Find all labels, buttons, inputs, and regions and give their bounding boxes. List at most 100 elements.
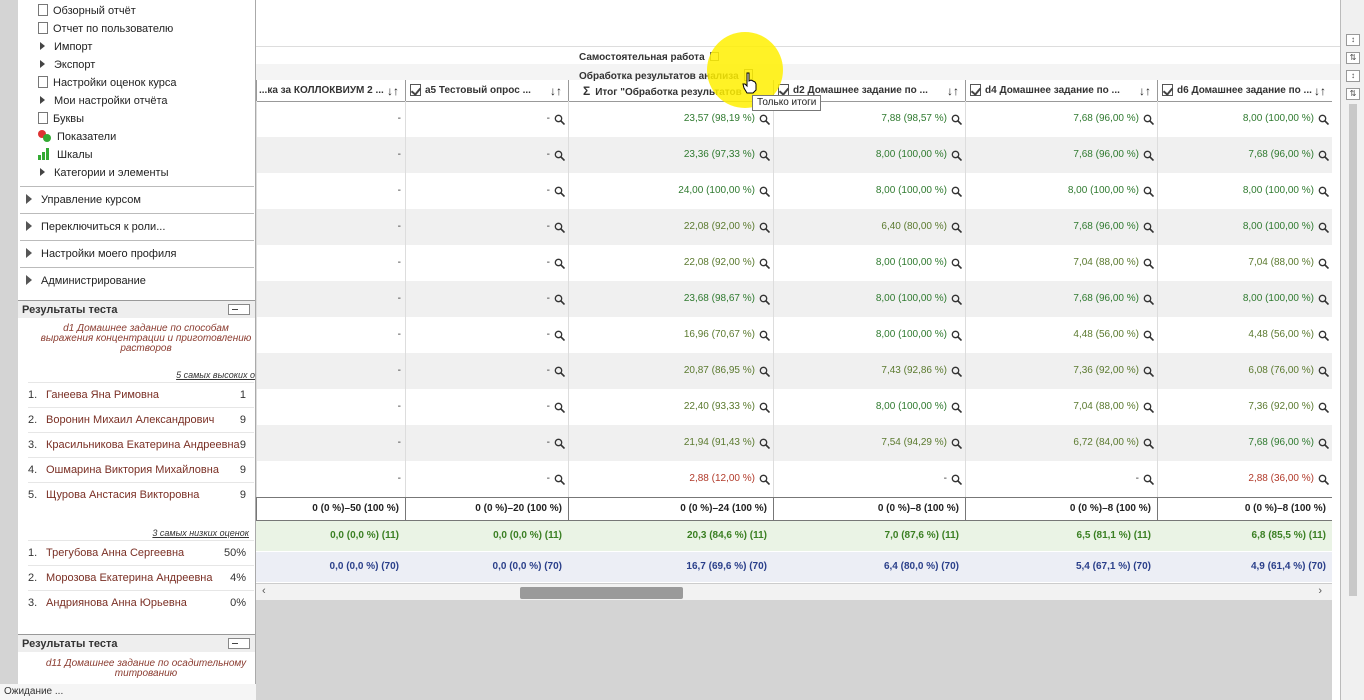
zoom-icon[interactable] <box>554 330 565 341</box>
grade-cell[interactable]: 16,96 (70,67 %) <box>568 317 773 353</box>
zoom-icon[interactable] <box>951 366 962 377</box>
student-name[interactable]: Красильникова Екатерина Андреевна <box>46 439 240 451</box>
grade-cell[interactable]: 7,36 (92,00 %) <box>1157 389 1332 425</box>
section-toggle[interactable]: Переключиться к роли... <box>20 213 254 239</box>
grade-cell[interactable]: - <box>256 245 405 281</box>
top-grades-link[interactable]: 5 самых высоких о <box>176 370 255 380</box>
grade-cell[interactable]: 22,08 (92,00 %) <box>568 209 773 245</box>
zoom-icon[interactable] <box>1318 366 1329 377</box>
zoom-icon[interactable] <box>951 438 962 449</box>
zoom-icon[interactable] <box>759 114 770 125</box>
nav-item[interactable]: Импорт <box>40 39 92 56</box>
student-name[interactable]: Морозова Екатерина Андреевна <box>46 572 212 584</box>
grade-cell[interactable]: - <box>405 353 568 389</box>
grade-cell[interactable]: - <box>405 101 568 137</box>
section-toggle[interactable]: Администрирование <box>20 267 254 293</box>
grade-cell[interactable]: 6,72 (84,00 %) <box>965 425 1157 461</box>
grade-cell[interactable]: 7,68 (96,00 %) <box>965 137 1157 173</box>
zoom-icon[interactable] <box>759 402 770 413</box>
column-header[interactable]: d4 Домашнее задание по ... ↓↑ <box>965 80 1157 102</box>
zoom-icon[interactable] <box>1143 150 1154 161</box>
grade-cell[interactable]: 7,04 (88,00 %) <box>1157 245 1332 281</box>
zoom-icon[interactable] <box>1318 438 1329 449</box>
grade-cell[interactable]: - <box>405 137 568 173</box>
zoom-icon[interactable] <box>951 258 962 269</box>
zoom-icon[interactable] <box>554 114 565 125</box>
grade-cell[interactable]: 21,94 (91,43 %) <box>568 425 773 461</box>
horizontal-scrollbar[interactable]: ‹ › <box>256 583 1332 600</box>
grade-cell[interactable]: - <box>965 461 1157 497</box>
student-name[interactable]: Ганеева Яна Римовна <box>46 389 159 401</box>
student-name[interactable]: Трегубова Анна Сергеевна <box>46 547 184 559</box>
zoom-icon[interactable] <box>554 474 565 485</box>
toolbar-icon[interactable]: ⇅ <box>1346 52 1360 64</box>
nav-item[interactable]: Категории и элементы <box>40 165 168 182</box>
zoom-icon[interactable] <box>1318 186 1329 197</box>
zoom-icon[interactable] <box>1318 150 1329 161</box>
zoom-icon[interactable] <box>1318 330 1329 341</box>
zoom-icon[interactable] <box>1318 474 1329 485</box>
nav-item[interactable]: Настройки оценок курса <box>38 75 177 92</box>
grade-cell[interactable]: - <box>405 461 568 497</box>
grade-cell[interactable]: 8,00 (100,00 %) <box>965 173 1157 209</box>
grade-cell[interactable]: - <box>256 389 405 425</box>
zoom-icon[interactable] <box>759 474 770 485</box>
grade-cell[interactable]: 8,00 (100,00 %) <box>1157 101 1332 137</box>
zoom-icon[interactable] <box>759 222 770 233</box>
grade-cell[interactable]: 7,68 (96,00 %) <box>965 281 1157 317</box>
grade-cell[interactable]: 8,00 (100,00 %) <box>773 281 965 317</box>
grade-cell[interactable]: 7,68 (96,00 %) <box>965 101 1157 137</box>
nav-item[interactable]: Показатели <box>38 129 116 146</box>
zoom-icon[interactable] <box>951 186 962 197</box>
horizontal-scroll-thumb[interactable] <box>520 587 683 599</box>
grade-cell[interactable]: 2,88 (36,00 %) <box>1157 461 1332 497</box>
grade-cell[interactable]: 8,00 (100,00 %) <box>773 317 965 353</box>
zoom-icon[interactable] <box>1143 330 1154 341</box>
grade-cell[interactable]: 8,00 (100,00 %) <box>1157 173 1332 209</box>
grade-cell[interactable]: - <box>256 461 405 497</box>
zoom-icon[interactable] <box>759 258 770 269</box>
grade-cell[interactable]: - <box>256 173 405 209</box>
zoom-icon[interactable] <box>759 438 770 449</box>
sort-icon[interactable]: ↓↑ <box>387 80 399 101</box>
nav-item[interactable]: Обзорный отчёт <box>38 3 136 20</box>
grade-cell[interactable]: - <box>256 353 405 389</box>
scroll-left-icon[interactable]: ‹ <box>262 585 266 597</box>
grade-cell[interactable]: 7,04 (88,00 %) <box>965 389 1157 425</box>
grade-cell[interactable]: - <box>256 281 405 317</box>
grade-cell[interactable]: 8,00 (100,00 %) <box>1157 209 1332 245</box>
zoom-icon[interactable] <box>554 258 565 269</box>
grade-cell[interactable]: 7,43 (92,86 %) <box>773 353 965 389</box>
nav-item[interactable]: Мои настройки отчёта <box>40 93 168 110</box>
grade-cell[interactable]: 7,54 (94,29 %) <box>773 425 965 461</box>
zoom-icon[interactable] <box>951 150 962 161</box>
grade-cell[interactable]: 23,68 (98,67 %) <box>568 281 773 317</box>
grade-cell[interactable]: - <box>773 461 965 497</box>
grade-cell[interactable]: 22,40 (93,33 %) <box>568 389 773 425</box>
zoom-icon[interactable] <box>759 330 770 341</box>
grade-cell[interactable]: 8,00 (100,00 %) <box>1157 281 1332 317</box>
grade-cell[interactable]: 24,00 (100,00 %) <box>568 173 773 209</box>
zoom-icon[interactable] <box>1143 114 1154 125</box>
zoom-icon[interactable] <box>759 294 770 305</box>
zoom-icon[interactable] <box>1143 366 1154 377</box>
grade-cell[interactable]: 8,00 (100,00 %) <box>773 389 965 425</box>
zoom-icon[interactable] <box>1318 114 1329 125</box>
grade-cell[interactable]: 4,48 (56,00 %) <box>1157 317 1332 353</box>
grade-cell[interactable]: - <box>405 173 568 209</box>
grade-cell[interactable]: - <box>405 245 568 281</box>
zoom-icon[interactable] <box>951 294 962 305</box>
zoom-icon[interactable] <box>951 222 962 233</box>
nav-item[interactable]: Буквы <box>38 111 84 128</box>
grade-cell[interactable]: 6,08 (76,00 %) <box>1157 353 1332 389</box>
toolbar-icon[interactable]: ⇅ <box>1346 88 1360 100</box>
student-name[interactable]: Ошмарина Виктория Михайловна <box>46 464 219 476</box>
grade-cell[interactable]: 7,68 (96,00 %) <box>965 209 1157 245</box>
collapse-block-icon[interactable] <box>228 304 250 315</box>
zoom-icon[interactable] <box>1143 474 1154 485</box>
zoom-icon[interactable] <box>1143 294 1154 305</box>
grade-cell[interactable]: 4,48 (56,00 %) <box>965 317 1157 353</box>
zoom-icon[interactable] <box>951 330 962 341</box>
student-name[interactable]: Щурова Анстасия Викторовна <box>46 489 199 501</box>
grade-cell[interactable]: 7,04 (88,00 %) <box>965 245 1157 281</box>
